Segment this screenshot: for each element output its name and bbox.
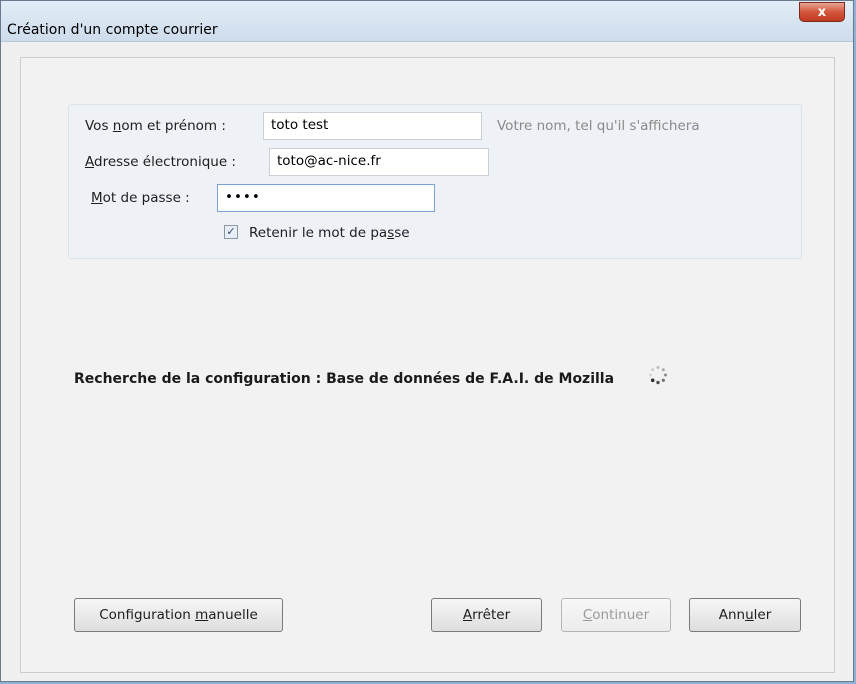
email-input[interactable]: toto@ac-nice.fr <box>269 148 489 176</box>
close-icon: x <box>817 5 827 20</box>
continue-button[interactable]: Continuer <box>561 598 671 632</box>
remember-password-label[interactable]: Retenir le mot de passe <box>249 225 410 241</box>
name-input[interactable]: toto test <box>263 112 482 140</box>
manual-config-button[interactable]: Configuration manuelle <box>74 598 283 632</box>
window-title: Création d'un compte courrier <box>7 22 218 38</box>
close-button[interactable]: x <box>799 2 845 22</box>
config-search-status: Recherche de la configuration : Base de … <box>74 371 615 387</box>
name-label: Vos nom et prénom : <box>85 118 226 134</box>
spinner-icon <box>649 366 667 385</box>
password-label: Mot de passe : <box>91 190 190 206</box>
remember-password-checkbox[interactable]: ✓ <box>224 225 238 239</box>
password-input[interactable]: •••• <box>217 184 435 212</box>
email-label: Adresse électronique : <box>85 154 236 170</box>
account-setup-window: Création d'un compte courrier x Vos nom … <box>0 0 854 682</box>
checkmark-icon: ✓ <box>226 225 236 238</box>
stop-button[interactable]: Arrêter <box>431 598 542 632</box>
cancel-button[interactable]: Annuler <box>689 598 801 632</box>
title-bar: Création d'un compte courrier x <box>1 1 853 42</box>
name-hint: Votre nom, tel qu'il s'affichera <box>497 118 700 134</box>
